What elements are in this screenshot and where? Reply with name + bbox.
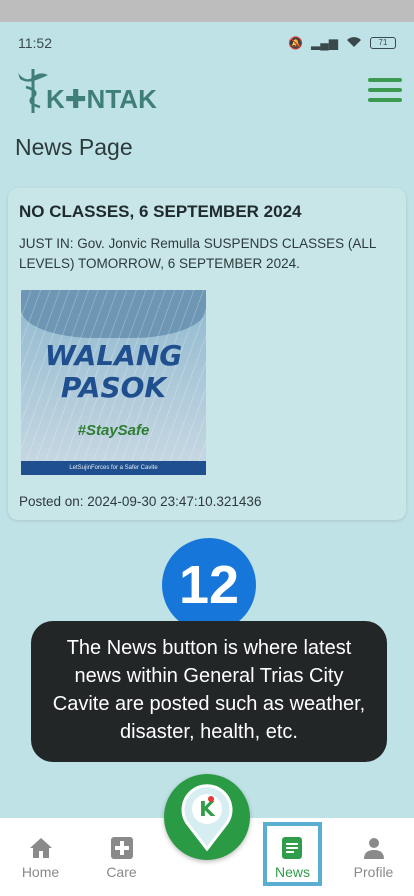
nav-item-home[interactable]: Home [0,818,81,896]
nav-item-news[interactable]: News [252,818,333,896]
top-overlay-band [0,0,414,22]
mute-icon: 🔕 [288,36,304,50]
page-title: News Page [15,134,133,160]
news-image-hashtag: #StaySafe [77,422,150,439]
news-image-footer: LetSujinForces for a Safer Cavite [21,461,206,475]
news-body: JUST IN: Gov. Jonvic Remulla SUSPENDS CL… [19,236,376,271]
nav-label-care: Care [106,864,137,880]
status-bar: 11:52 🔕 ▂▄▆ 71 [0,30,414,56]
menu-bar [368,98,402,102]
hamburger-menu-button[interactable] [368,78,402,102]
news-image-headline: WALANG PASOK [21,340,206,404]
tutorial-step-badge: 12 [162,538,256,632]
battery-icon: 71 [370,37,396,49]
caduceus-icon [18,69,48,113]
signal-icon: ▂▄▆ [311,36,338,50]
nav-item-care[interactable]: Care [81,818,162,896]
map-pin-fab-button[interactable]: K [164,774,250,860]
medical-cross-icon [110,837,133,859]
nav-label-home: Home [21,864,60,880]
tutorial-tooltip: The News button is where latest news wit… [31,621,387,762]
svg-text:K: K [199,797,216,821]
news-posted-date: Posted on: 2024-09-30 23:47:10.321436 [19,494,262,509]
news-image-line1: WALANG [44,339,183,372]
map-pin-logo-icon: K [181,784,233,851]
nav-label-news: News [274,864,310,880]
news-document-icon [282,837,303,859]
wifi-icon [346,36,362,51]
status-time: 11:52 [18,35,52,51]
menu-bar [368,88,402,92]
news-card[interactable]: NO CLASSES, 6 SEPTEMBER 2024 JUST IN: Go… [8,188,406,520]
nav-label-profile: Profile [353,864,394,880]
news-image[interactable]: WALANG PASOK #StaySafe LetSujinForces fo… [21,290,206,475]
news-title: NO CLASSES, 6 SEPTEMBER 2024 [19,202,302,221]
status-icons: 🔕 ▂▄▆ 71 [288,36,396,51]
nav-news-highlight: News [262,822,322,886]
home-icon [29,838,52,858]
menu-bar [368,78,402,82]
logo-text: K✚NTAK [46,84,157,114]
kontak-logo[interactable]: K✚NTAK [16,65,157,115]
app-header: K✚NTAK [0,58,414,122]
person-icon [363,838,384,859]
nav-item-profile[interactable]: Profile [333,818,414,896]
news-image-line2: PASOK [60,371,167,404]
